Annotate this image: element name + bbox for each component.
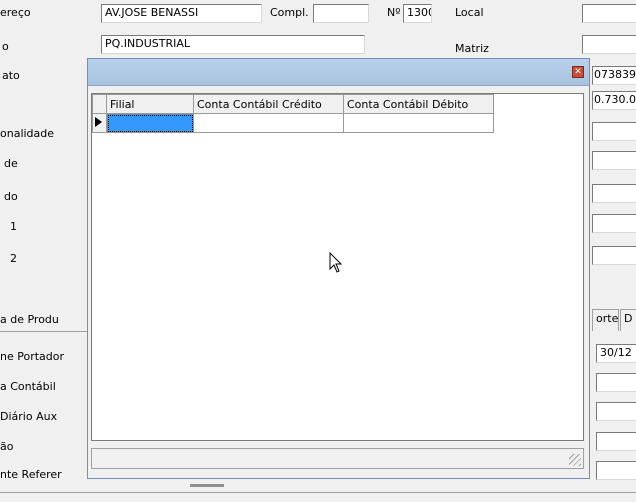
resize-grip-icon[interactable]	[569, 454, 581, 466]
label-conta-contabil: a Contábil	[0, 380, 56, 393]
grid-table: Filial Conta Contábil Crédito Conta Cont…	[92, 94, 494, 133]
label-endereco: ereço	[0, 6, 31, 19]
matriz-field[interactable]	[582, 35, 636, 54]
label-compl: Compl.	[270, 6, 309, 19]
emissao-field[interactable]	[596, 432, 636, 451]
cell-conta-credito[interactable]	[193, 113, 344, 133]
label-matriz: Matriz	[455, 42, 489, 55]
cell-filial[interactable]	[106, 113, 194, 133]
table-row[interactable]	[92, 113, 494, 133]
diario-aux-field[interactable]	[596, 402, 636, 421]
label-contato: ato	[2, 69, 20, 82]
bairro-field[interactable]: PQ.INDUSTRIAL	[101, 35, 365, 54]
label-local: Local	[455, 6, 484, 19]
conta-referencia-field[interactable]	[596, 461, 636, 480]
column-header-conta-credito[interactable]: Conta Contábil Crédito	[193, 94, 344, 114]
label-nacionalidade: onalidade	[0, 127, 55, 140]
dialog-title-bar[interactable]: ✕	[88, 59, 589, 86]
cell-conta-debito[interactable]	[343, 113, 494, 133]
column-header-filial[interactable]: Filial	[106, 94, 194, 114]
label-fone1: 1	[10, 220, 17, 233]
status-bar	[91, 448, 584, 469]
row-indicator-header	[92, 94, 107, 114]
local-field[interactable]	[582, 4, 636, 23]
tab-d[interactable]: D	[620, 309, 636, 331]
tab-divider	[0, 331, 87, 332]
conta-contabil-field[interactable]	[596, 373, 636, 392]
bottom-divider	[0, 492, 636, 493]
fone2-field[interactable]	[592, 246, 636, 265]
right-field-2[interactable]: 0.730.0	[592, 91, 636, 110]
date-field[interactable]: 30/12	[596, 344, 636, 363]
label-numero: Nº	[387, 6, 401, 19]
mouse-pointer-icon	[329, 252, 343, 273]
numero-field[interactable]: 1300	[403, 4, 432, 23]
label-conta-referencia: nte Referer	[0, 468, 62, 481]
label-fone2: 2	[10, 252, 17, 265]
label-nome-portador: ne Portador	[0, 350, 65, 363]
compl-field[interactable]	[313, 4, 369, 23]
nacionalidade-field[interactable]	[592, 122, 636, 141]
label-cidade: de	[4, 157, 18, 170]
label-emissao: ão	[0, 440, 14, 453]
label-estado: do	[4, 190, 18, 203]
endereco-field[interactable]: AV.JOSE BENASSI	[101, 4, 262, 23]
current-row-indicator-icon	[92, 113, 107, 133]
label-bairro: o	[2, 40, 9, 53]
tab-transporte[interactable]: orte	[592, 309, 619, 331]
label-diario-aux: Diário Aux	[0, 410, 58, 423]
right-field-1[interactable]: 073839	[592, 66, 636, 85]
column-header-conta-debito[interactable]: Conta Contábil Débito	[343, 94, 494, 114]
cidade-field[interactable]	[592, 151, 636, 170]
label-tabela-produtos: a de Produ	[0, 313, 59, 326]
scroll-thumb[interactable]	[190, 484, 224, 487]
close-icon[interactable]: ✕	[572, 66, 584, 78]
grid-header-row: Filial Conta Contábil Crédito Conta Cont…	[92, 94, 494, 114]
estado-field[interactable]	[592, 184, 636, 203]
fone1-field[interactable]	[592, 214, 636, 233]
